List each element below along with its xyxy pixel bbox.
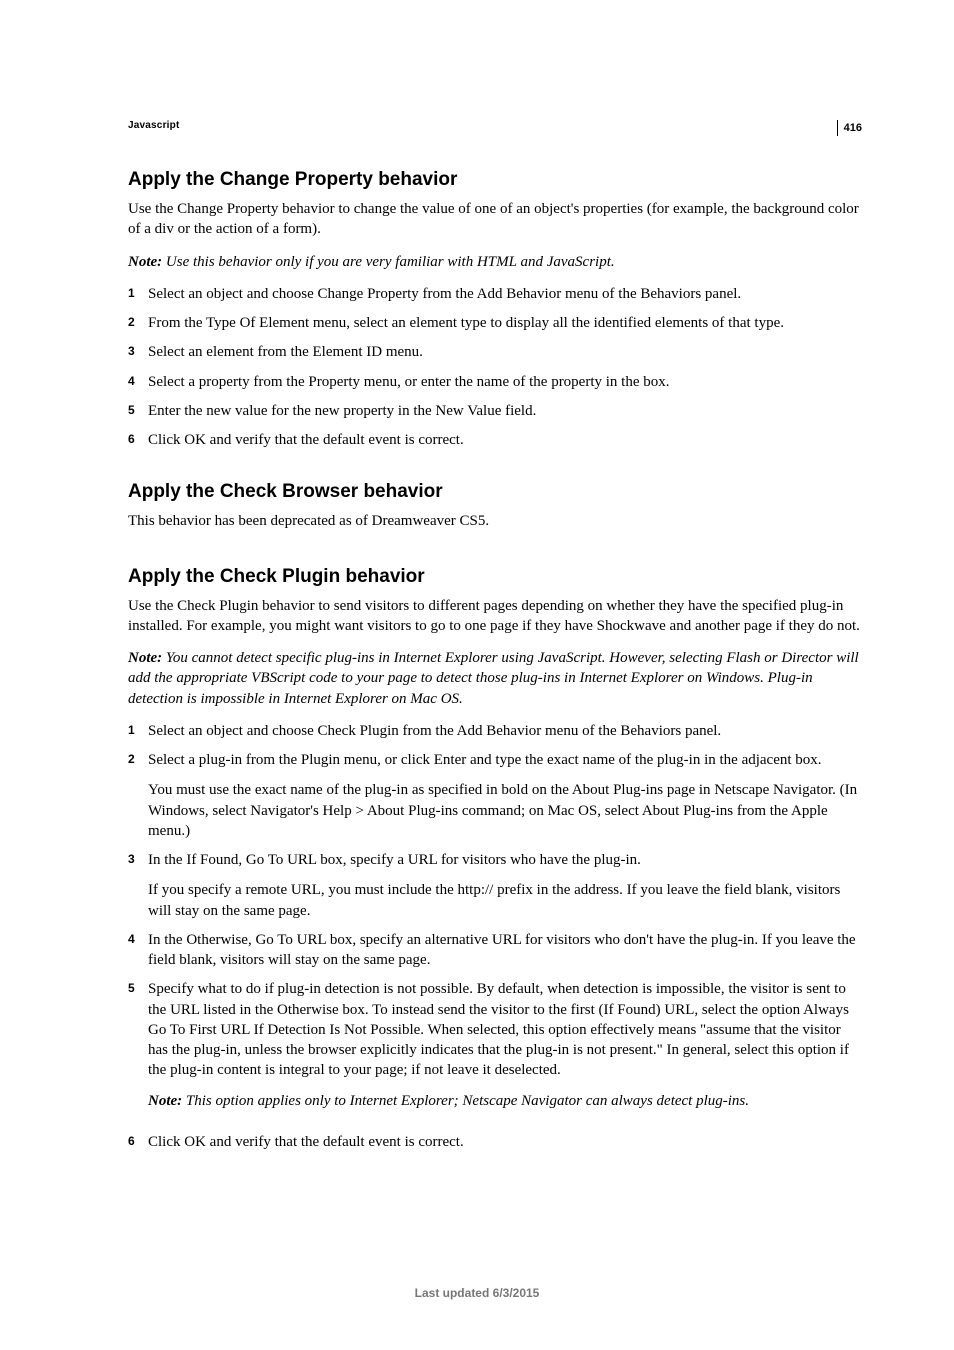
step-body: Select a property from the Property menu… (148, 372, 862, 392)
document-page: 416 Javascript Apply the Change Property… (0, 0, 954, 1350)
note-label: Note: (128, 254, 162, 270)
body-text: Use the Check Plugin behavior to send vi… (128, 596, 862, 637)
step-body: From the Type Of Element menu, select an… (148, 313, 862, 333)
page-number-text: 416 (844, 122, 862, 134)
step-number: 1 (128, 721, 148, 737)
step-number: 4 (128, 930, 148, 946)
step-number: 2 (128, 750, 148, 766)
note-text: Use this behavior only if you are very f… (162, 254, 614, 270)
page-footer: Last updated 6/3/2015 (0, 1286, 954, 1300)
step-item: 3 In the If Found, Go To URL box, specif… (128, 850, 862, 921)
step-item: 5 Specify what to do if plug-in detectio… (128, 979, 862, 1123)
step-number: 4 (128, 372, 148, 388)
note-label: Note: (128, 650, 162, 666)
step-body: Click OK and verify that the default eve… (148, 430, 862, 450)
page-number: 416 (837, 120, 862, 136)
step-body: Select a plug-in from the Plugin menu, o… (148, 750, 862, 841)
chapter-header: Javascript (128, 120, 862, 131)
note-label: Note: (148, 1093, 182, 1109)
step-body-text: You must use the exact name of the plug-… (148, 780, 862, 841)
step-body: In the If Found, Go To URL box, specify … (148, 850, 862, 921)
step-body: Specify what to do if plug-in detection … (148, 979, 862, 1123)
note-text: You cannot detect specific plug-ins in I… (128, 650, 859, 707)
step-number: 6 (128, 430, 148, 446)
step-body-text: In the If Found, Go To URL box, specify … (148, 850, 862, 870)
step-number: 1 (128, 284, 148, 300)
step-number: 5 (128, 401, 148, 417)
step-item: 3 Select an element from the Element ID … (128, 342, 862, 362)
step-body: In the Otherwise, Go To URL box, specify… (148, 930, 862, 971)
step-number: 6 (128, 1132, 148, 1148)
note: Note: You cannot detect specific plug-in… (128, 648, 862, 709)
step-item: 1 Select an object and choose Change Pro… (128, 284, 862, 304)
step-item: 6 Click OK and verify that the default e… (128, 1132, 862, 1152)
section-heading: Apply the Check Plugin behavior (128, 566, 862, 588)
step-item: 4 Select a property from the Property me… (128, 372, 862, 392)
step-item: 4 In the Otherwise, Go To URL box, speci… (128, 930, 862, 971)
note-text: This option applies only to Internet Exp… (182, 1093, 749, 1109)
step-body-text: Specify what to do if plug-in detection … (148, 979, 862, 1080)
step-item: 2 Select a plug-in from the Plugin menu,… (128, 750, 862, 841)
step-item: 2 From the Type Of Element menu, select … (128, 313, 862, 333)
step-body-text: If you specify a remote URL, you must in… (148, 880, 862, 921)
step-item: 5 Enter the new value for the new proper… (128, 401, 862, 421)
body-text: Use the Change Property behavior to chan… (128, 199, 862, 240)
step-body: Enter the new value for the new property… (148, 401, 862, 421)
step-number: 3 (128, 850, 148, 866)
step-item: 1 Select an object and choose Check Plug… (128, 721, 862, 741)
body-text: This behavior has been deprecated as of … (128, 511, 862, 531)
step-number: 5 (128, 979, 148, 995)
step-body: Click OK and verify that the default eve… (148, 1132, 862, 1152)
note: Note: This option applies only to Intern… (148, 1091, 862, 1111)
step-body: Select an object and choose Check Plugin… (148, 721, 862, 741)
step-body: Select an element from the Element ID me… (148, 342, 862, 362)
section-heading: Apply the Change Property behavior (128, 169, 862, 191)
step-number: 2 (128, 313, 148, 329)
step-body: Select an object and choose Change Prope… (148, 284, 862, 304)
section-heading: Apply the Check Browser behavior (128, 481, 862, 503)
note: Note: Use this behavior only if you are … (128, 252, 862, 272)
step-list: 1 Select an object and choose Check Plug… (128, 721, 862, 1152)
step-list: 1 Select an object and choose Change Pro… (128, 284, 862, 451)
step-number: 3 (128, 342, 148, 358)
step-item: 6 Click OK and verify that the default e… (128, 430, 862, 450)
step-body-text: Select a plug-in from the Plugin menu, o… (148, 750, 862, 770)
